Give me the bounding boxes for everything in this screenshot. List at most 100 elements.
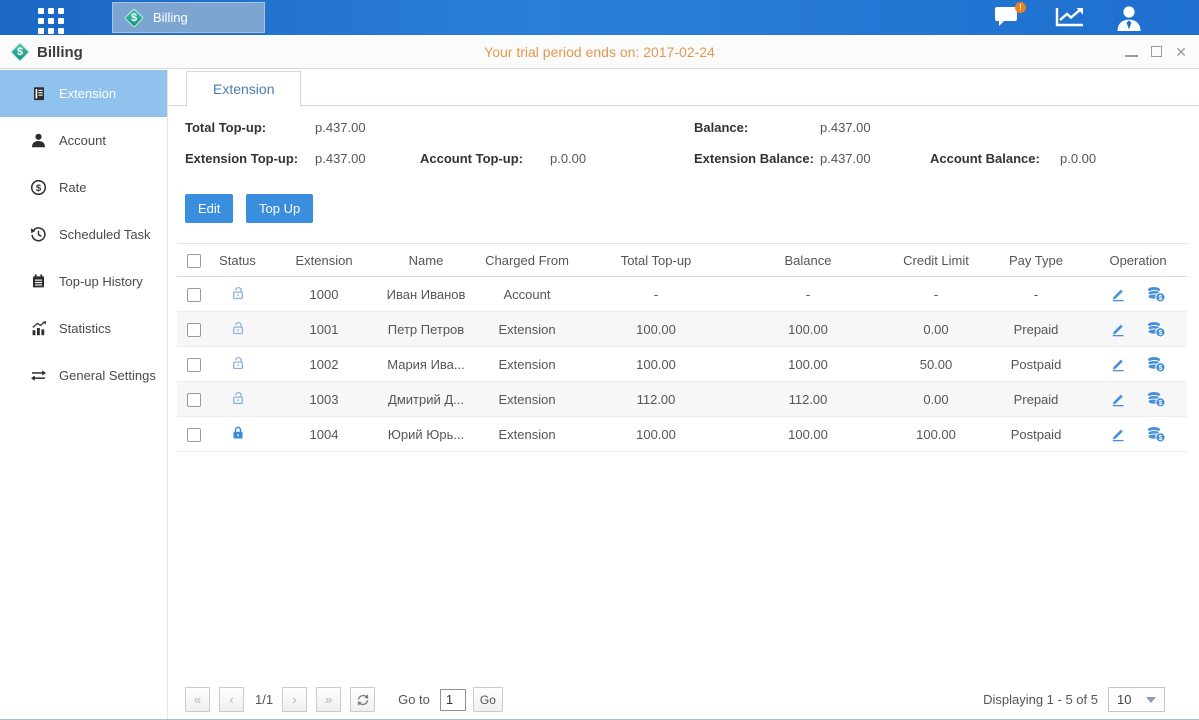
extension-balance-label: Extension Balance: bbox=[694, 151, 814, 166]
row-checkbox[interactable] bbox=[187, 393, 201, 407]
credit-limit-cell: - bbox=[889, 277, 983, 312]
sidebar-item-topup-history[interactable]: Top-up History bbox=[0, 258, 167, 305]
account-icon bbox=[30, 132, 47, 149]
row-checkbox[interactable] bbox=[187, 323, 201, 337]
table-row: 1001 Петр Петров Extension 100.00 100.00… bbox=[177, 312, 1187, 347]
extension-cell: 1000 bbox=[265, 277, 383, 312]
top-up-row-icon[interactable]: $ bbox=[1146, 426, 1166, 443]
charged-from-cell: Account bbox=[469, 277, 585, 312]
scheduled-task-icon bbox=[30, 226, 47, 243]
account-balance-label: Account Balance: bbox=[930, 151, 1040, 166]
svg-text:$: $ bbox=[1158, 329, 1162, 336]
account-topup-value: p.0.00 bbox=[550, 151, 586, 166]
row-checkbox[interactable] bbox=[187, 358, 201, 372]
extension-cell: 1002 bbox=[265, 347, 383, 382]
name-cell: Иван Иванов bbox=[383, 277, 469, 312]
sidebar-item-label: Rate bbox=[59, 180, 86, 195]
close-button[interactable]: ✕ bbox=[1175, 45, 1187, 59]
user-account-icon[interactable] bbox=[1114, 4, 1148, 32]
goto-page-input[interactable] bbox=[440, 689, 466, 711]
total-topup-label: Total Top-up: bbox=[185, 120, 266, 135]
name-cell: Петр Петров bbox=[383, 312, 469, 347]
edit-row-icon[interactable] bbox=[1110, 321, 1126, 337]
sidebar-item-label: Scheduled Task bbox=[59, 227, 151, 242]
top-up-row-icon[interactable]: $ bbox=[1146, 391, 1166, 408]
status-cell bbox=[210, 312, 265, 347]
top-bar: $ Billing ! bbox=[0, 0, 1199, 35]
pay-type-cell: Prepaid bbox=[983, 382, 1089, 417]
resource-monitor-icon[interactable] bbox=[1054, 4, 1088, 32]
topup-history-icon bbox=[30, 273, 47, 290]
extension-icon bbox=[30, 85, 47, 102]
credit-limit-cell: 0.00 bbox=[889, 312, 983, 347]
sidebar-item-label: General Settings bbox=[59, 368, 156, 383]
account-topup-label: Account Top-up: bbox=[420, 151, 523, 166]
maximize-button[interactable] bbox=[1151, 45, 1162, 59]
sidebar-item-scheduled-task[interactable]: Scheduled Task bbox=[0, 211, 167, 258]
go-button[interactable]: Go bbox=[473, 687, 503, 712]
first-page-button[interactable]: « bbox=[185, 687, 210, 712]
edit-row-icon[interactable] bbox=[1110, 286, 1126, 302]
pagination-bar: « ‹ 1/1 › » Go to Go Displaying 1 - 5 of… bbox=[185, 687, 1165, 712]
sidebar-item-account[interactable]: Account bbox=[0, 117, 167, 164]
pay-type-cell: Postpaid bbox=[983, 417, 1089, 452]
sidebar-item-label: Statistics bbox=[59, 321, 111, 336]
locked-icon bbox=[230, 425, 246, 441]
statistics-icon bbox=[30, 320, 47, 337]
top-up-row-icon[interactable]: $ bbox=[1146, 286, 1166, 303]
top-up-row-icon[interactable]: $ bbox=[1146, 356, 1166, 373]
svg-text:$: $ bbox=[1158, 294, 1162, 301]
extensions-table: Status Extension Name Charged From Total… bbox=[177, 243, 1187, 452]
name-cell: Юрий Юрь... bbox=[383, 417, 469, 452]
chevron-down-icon bbox=[1146, 697, 1156, 703]
messages-icon[interactable]: ! bbox=[993, 4, 1027, 32]
select-all-checkbox[interactable] bbox=[187, 254, 201, 268]
col-name: Name bbox=[383, 244, 469, 277]
top-up-row-icon[interactable]: $ bbox=[1146, 321, 1166, 338]
total-topup-value: p.437.00 bbox=[315, 120, 366, 135]
row-checkbox[interactable] bbox=[187, 428, 201, 442]
sidebar-item-general-settings[interactable]: General Settings bbox=[0, 352, 167, 399]
table-row: 1003 Дмитрий Д... Extension 112.00 112.0… bbox=[177, 382, 1187, 417]
taskbar-tab-label: Billing bbox=[153, 10, 188, 25]
col-charged-from: Charged From bbox=[469, 244, 585, 277]
page-size-select[interactable]: 10 bbox=[1108, 687, 1165, 712]
row-checkbox[interactable] bbox=[187, 288, 201, 302]
total-topup-cell: 100.00 bbox=[585, 417, 727, 452]
edit-row-icon[interactable] bbox=[1110, 426, 1126, 442]
pay-type-cell: - bbox=[983, 277, 1089, 312]
last-page-button[interactable]: » bbox=[316, 687, 341, 712]
edit-row-icon[interactable] bbox=[1110, 356, 1126, 372]
minimize-button[interactable] bbox=[1125, 45, 1138, 59]
balance-cell: - bbox=[727, 277, 889, 312]
charged-from-cell: Extension bbox=[469, 347, 585, 382]
operation-cell: $ bbox=[1089, 347, 1187, 382]
displaying-text: Displaying 1 - 5 of 5 bbox=[983, 692, 1098, 707]
total-topup-cell: 100.00 bbox=[585, 347, 727, 382]
balance-value: p.437.00 bbox=[820, 120, 871, 135]
table-row: 1004 Юрий Юрь... Extension 100.00 100.00… bbox=[177, 417, 1187, 452]
status-cell bbox=[210, 382, 265, 417]
next-page-button[interactable]: › bbox=[282, 687, 307, 712]
prev-page-button[interactable]: ‹ bbox=[219, 687, 244, 712]
app-launcher-icon[interactable] bbox=[38, 8, 64, 34]
extension-topup-value: p.437.00 bbox=[315, 151, 366, 166]
sidebar-item-rate[interactable]: $ Rate bbox=[0, 164, 167, 211]
sidebar-item-label: Extension bbox=[59, 86, 116, 101]
balance-cell: 100.00 bbox=[727, 347, 889, 382]
sidebar-item-extension[interactable]: Extension bbox=[0, 70, 167, 117]
top-up-button[interactable]: Top Up bbox=[246, 194, 313, 223]
refresh-button[interactable] bbox=[350, 687, 375, 712]
edit-row-icon[interactable] bbox=[1110, 391, 1126, 407]
tab-extension[interactable]: Extension bbox=[186, 71, 301, 107]
total-topup-cell: 100.00 bbox=[585, 312, 727, 347]
total-topup-cell: - bbox=[585, 277, 727, 312]
taskbar-tab-billing[interactable]: $ Billing bbox=[112, 2, 265, 33]
unlocked-icon bbox=[230, 355, 246, 371]
col-operation: Operation bbox=[1089, 244, 1187, 277]
window-title-bar: $ Billing Your trial period ends on: 201… bbox=[0, 35, 1199, 69]
extension-cell: 1003 bbox=[265, 382, 383, 417]
edit-button[interactable]: Edit bbox=[185, 194, 233, 223]
balance-label: Balance: bbox=[694, 120, 748, 135]
sidebar-item-statistics[interactable]: Statistics bbox=[0, 305, 167, 352]
